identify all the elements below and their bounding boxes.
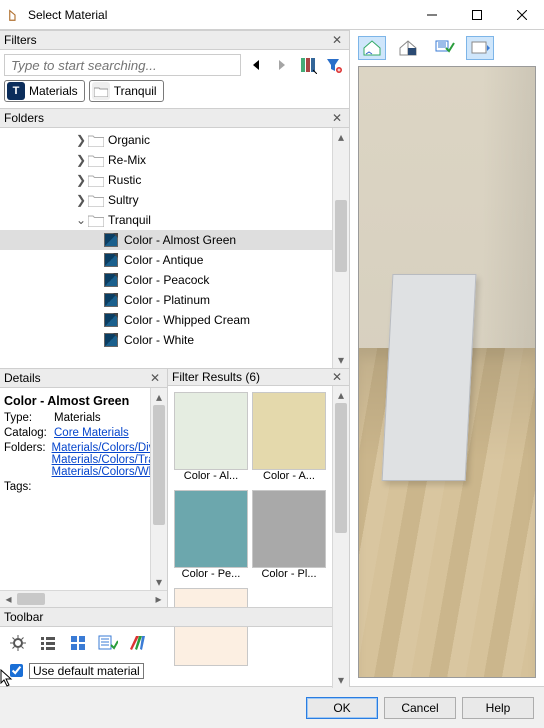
help-button[interactable]: Help — [462, 697, 534, 719]
tree-folder[interactable]: ❯Organic — [0, 130, 332, 150]
tree-scrollbar[interactable]: ▴ ▾ — [332, 128, 349, 368]
dialog-buttons: OK Cancel Help — [0, 686, 544, 728]
search-input[interactable] — [4, 54, 241, 76]
toolbar-title: Toolbar — [4, 610, 345, 624]
results-close-icon[interactable]: ✕ — [329, 369, 345, 385]
scroll-thumb[interactable] — [335, 200, 347, 272]
columns-icon[interactable] — [297, 54, 319, 76]
badge-tranquil-label: Tranquil — [114, 84, 157, 98]
folders-close-icon[interactable]: ✕ — [329, 110, 345, 126]
details-header: Details ✕ — [0, 368, 167, 388]
tree-folder[interactable]: ⌄Tranquil — [0, 210, 332, 230]
badge-tranquil[interactable]: Tranquil — [89, 80, 164, 102]
filters-title: Filters — [4, 33, 329, 47]
folder-link[interactable]: Materials/Colors/White/Neutral — [52, 466, 150, 478]
folders-header: Folders ✕ — [0, 108, 349, 128]
search-next-button[interactable] — [271, 54, 293, 76]
maximize-button[interactable] — [454, 0, 499, 29]
results-scrollbar[interactable]: ▴ ▾ — [332, 386, 349, 688]
default-material-row: Use default material — [0, 659, 349, 686]
default-material-label: Use default material — [29, 663, 144, 679]
badge-tranquil-icon — [92, 82, 110, 100]
close-button[interactable] — [499, 0, 544, 29]
filter-icon[interactable] — [323, 54, 345, 76]
tree-item[interactable]: Color - Antique — [0, 250, 332, 270]
results-header: Filter Results (6) ✕ — [168, 368, 349, 386]
ok-button[interactable]: OK — [306, 697, 378, 719]
preview-mode-2[interactable] — [394, 36, 422, 60]
folders-title: Folders — [4, 111, 329, 125]
type-value: Materials — [54, 412, 101, 424]
tree-item[interactable]: Color - White — [0, 330, 332, 350]
tree-item[interactable]: Color - Platinum — [0, 290, 332, 310]
folder-link[interactable]: Materials/Colors/Tranquil — [52, 454, 150, 466]
details-heading: Color - Almost Green — [4, 394, 146, 408]
catalog-link[interactable]: Core Materials — [54, 427, 129, 439]
scroll-down-icon[interactable]: ▾ — [333, 351, 349, 368]
folders-label: Folders: — [4, 442, 46, 454]
folder-links: Materials/Colors/Divine, Materials/Color… — [52, 442, 150, 478]
filters-close-icon[interactable]: ✕ — [329, 32, 345, 48]
grid-view-icon[interactable] — [66, 631, 90, 655]
catalog-label: Catalog: — [4, 427, 48, 439]
gear-icon[interactable] — [6, 631, 30, 655]
details-hscroll[interactable]: ◂▸ — [0, 590, 167, 607]
badge-materials-icon: T — [7, 82, 25, 100]
tree-item[interactable]: Color - Peacock — [0, 270, 332, 290]
type-label: Type: — [4, 412, 48, 424]
tree-check-icon[interactable] — [96, 631, 120, 655]
result-swatch[interactable]: Color - A... — [252, 392, 326, 486]
badge-materials-label: Materials — [29, 84, 78, 98]
minimize-button[interactable] — [409, 0, 454, 29]
badge-materials[interactable]: T Materials — [4, 80, 85, 102]
palette-icon[interactable] — [126, 631, 150, 655]
preview-viewport[interactable] — [358, 66, 536, 678]
cursor-icon — [0, 669, 16, 687]
toolbar-header: Toolbar — [0, 607, 349, 627]
result-swatch[interactable]: Color - Pl... — [252, 490, 326, 584]
folder-tree[interactable]: ❯Organic❯Re-Mix❯Rustic❯Sultry⌄TranquilCo… — [0, 128, 332, 368]
preview-toolbar — [350, 30, 544, 60]
list-view-icon[interactable] — [36, 631, 60, 655]
details-title: Details — [4, 371, 147, 385]
filters-header: Filters ✕ — [0, 30, 349, 50]
tree-folder[interactable]: ❯Re-Mix — [0, 150, 332, 170]
results-title: Filter Results (6) — [172, 370, 329, 384]
tree-folder[interactable]: ❯Rustic — [0, 170, 332, 190]
tags-label: Tags: — [4, 481, 48, 493]
tree-folder[interactable]: ❯Sultry — [0, 190, 332, 210]
app-icon — [8, 8, 22, 22]
details-vscroll[interactable]: ▴ ▾ — [150, 388, 167, 590]
search-prev-button[interactable] — [245, 54, 267, 76]
preview-mode-3[interactable] — [430, 36, 458, 60]
folder-link[interactable]: Materials/Colors/Divine — [52, 442, 150, 454]
details-close-icon[interactable]: ✕ — [147, 370, 163, 386]
preview-mode-4[interactable] — [466, 36, 494, 60]
window-title: Select Material — [28, 8, 107, 22]
titlebar: Select Material — [0, 0, 544, 30]
tree-item[interactable]: Color - Whipped Cream — [0, 310, 332, 330]
cancel-button[interactable]: Cancel — [384, 697, 456, 719]
scroll-up-icon[interactable]: ▴ — [333, 128, 349, 145]
result-swatch[interactable]: Color - Al... — [174, 392, 248, 486]
preview-mode-1[interactable] — [358, 36, 386, 60]
result-swatch[interactable]: Color - Pe... — [174, 490, 248, 584]
tree-item[interactable]: Color - Almost Green — [0, 230, 332, 250]
